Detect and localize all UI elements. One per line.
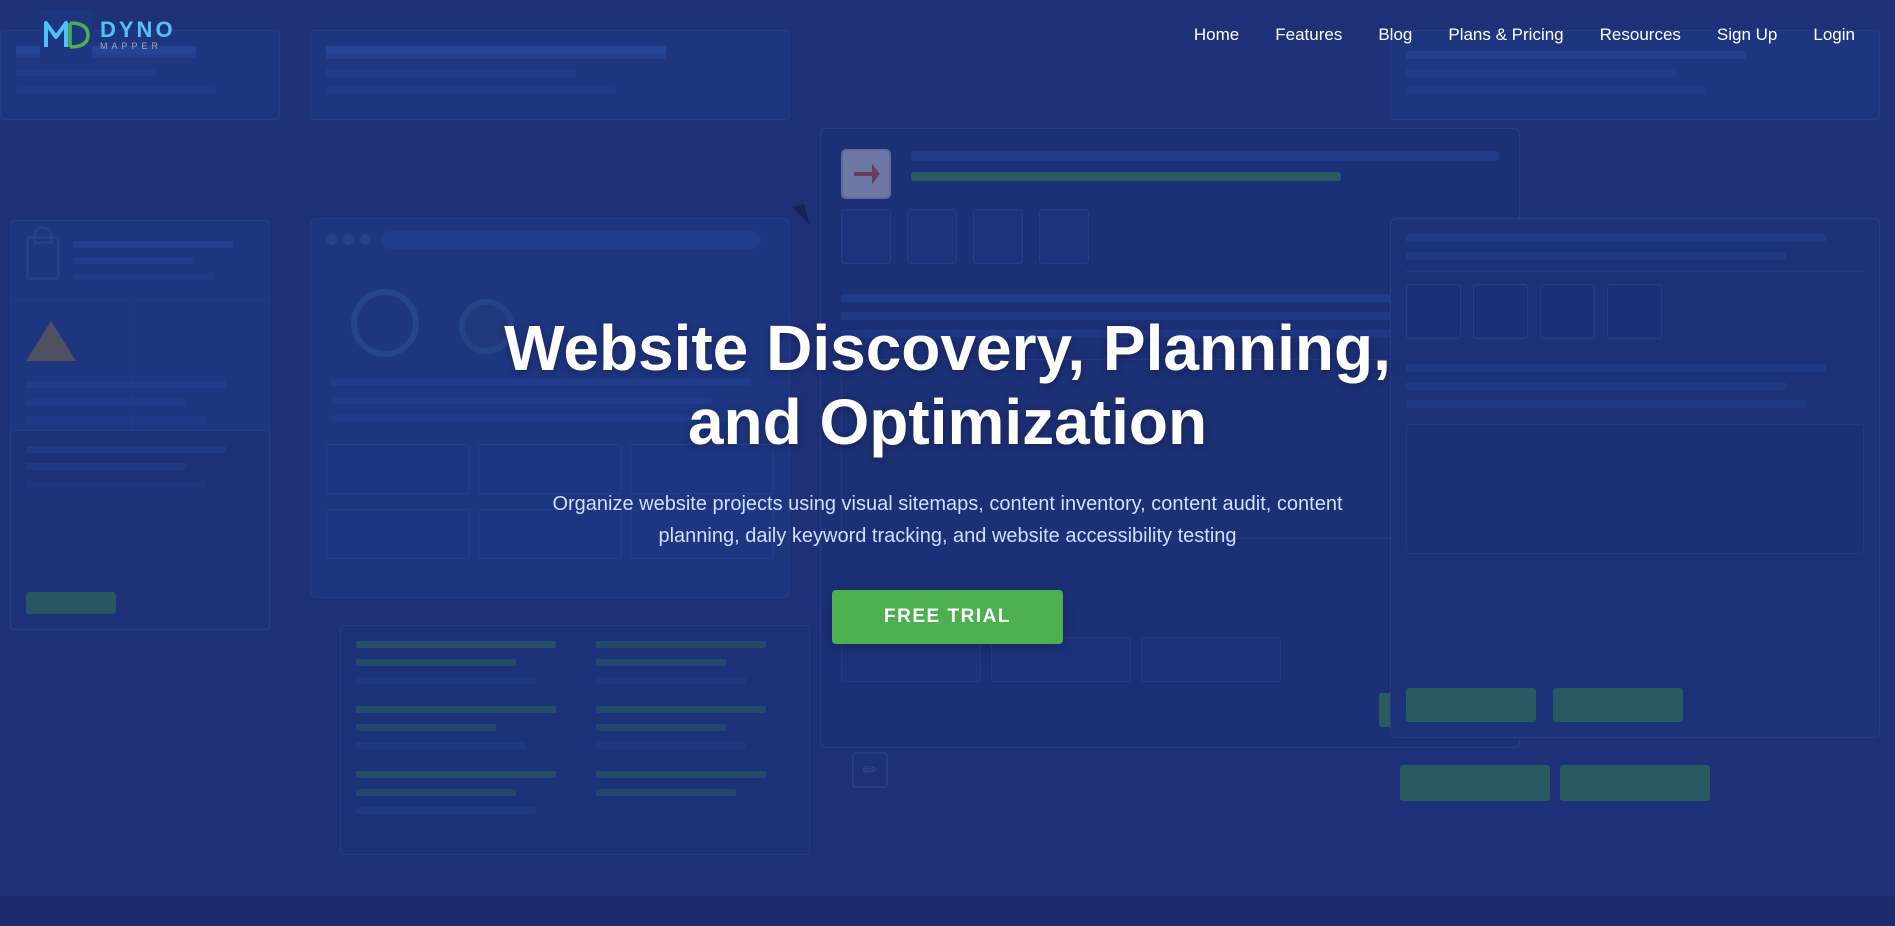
nav-link-plans[interactable]: Plans & Pricing [1448, 25, 1563, 45]
nav-link-features[interactable]: Features [1275, 25, 1342, 45]
nav-link-resources[interactable]: Resources [1600, 25, 1681, 45]
logo-text-block: DYNO MAPPER [100, 18, 176, 52]
hero-subtitle: Organize website projects using visual s… [538, 488, 1358, 552]
nav-link-signup[interactable]: Sign Up [1717, 25, 1777, 45]
free-trial-button[interactable]: FREE TRIAL [832, 590, 1063, 644]
hero-section: Website Discovery, Planning, and Optimiz… [0, 30, 1895, 926]
logo-name-bottom: MAPPER [100, 42, 176, 52]
nav-links: Home Features Blog Plans & Pricing Resou… [1194, 25, 1855, 45]
logo-icon [40, 9, 92, 61]
nav-link-blog[interactable]: Blog [1378, 25, 1412, 45]
navigation: DYNO MAPPER Home Features Blog Plans & P… [0, 0, 1895, 70]
nav-link-login[interactable]: Login [1813, 25, 1855, 45]
hero-title: Website Discovery, Planning, and Optimiz… [498, 312, 1398, 459]
logo[interactable]: DYNO MAPPER [40, 9, 176, 61]
nav-link-home[interactable]: Home [1194, 25, 1239, 45]
logo-name-top: DYNO [100, 18, 176, 42]
